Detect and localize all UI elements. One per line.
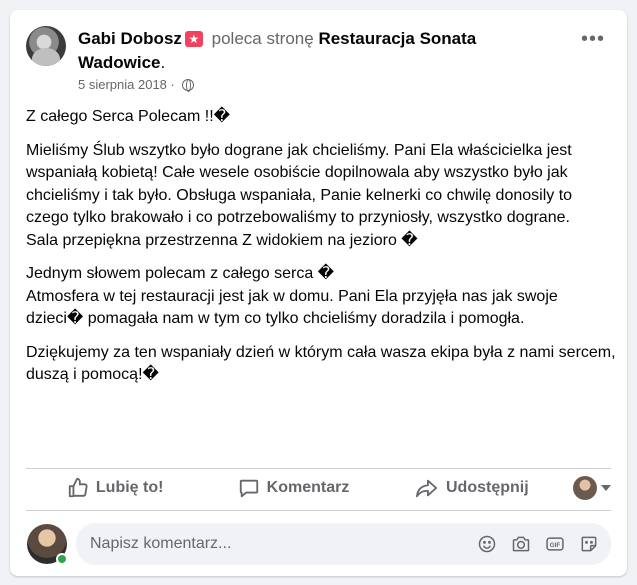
post-paragraph-1: Z całego Serca Polecam !!�: [26, 108, 231, 125]
reaction-identity-selector[interactable]: [561, 476, 611, 500]
online-status-dot: [56, 553, 68, 565]
actions-top-divider: [26, 468, 611, 469]
like-button[interactable]: Lubię to!: [26, 470, 204, 506]
comment-tools: GIF: [477, 534, 599, 554]
svg-text:GIF: GIF: [550, 542, 561, 549]
page-suffix: .: [160, 53, 166, 72]
comment-button[interactable]: Komentarz: [204, 470, 382, 506]
meta-separator: ·: [170, 77, 175, 92]
author-name[interactable]: Gabi Dobosz: [78, 29, 182, 48]
post-text: Z całego Serca Polecam !!� Mieliśmy Ślub…: [26, 106, 616, 398]
thumbs-up-icon: [68, 477, 88, 498]
comment-input[interactable]: [90, 523, 450, 565]
more-options-icon[interactable]: •••: [575, 29, 611, 54]
globe-icon[interactable]: [181, 79, 194, 92]
actions-bottom-divider: [26, 510, 611, 511]
comment-composer[interactable]: GIF: [76, 523, 611, 565]
recommendation-icon: ★: [184, 31, 203, 47]
post-paragraph-2: Mieliśmy Ślub wszytko było dograne jak c…: [26, 141, 573, 249]
comment-label: Komentarz: [266, 479, 350, 496]
post-title-line: Gabi Dobosz ★ poleca stronę Restauracja S…: [78, 27, 568, 75]
like-label: Lubię to!: [95, 479, 164, 496]
share-arrow-icon: [415, 479, 438, 498]
share-button[interactable]: Udostępnij: [383, 470, 561, 506]
current-user-mini-avatar: [572, 476, 597, 500]
caret-down-icon: [600, 485, 611, 491]
camera-icon[interactable]: [511, 534, 531, 554]
recommends-text: poleca stronę: [211, 29, 314, 48]
share-label: Udostępnij: [445, 479, 529, 496]
post-paragraph-4: Dziękujemy za ten wspaniały dzień w któr…: [26, 343, 616, 384]
post-meta: 5 sierpnia 2018 ·: [78, 77, 194, 93]
sticker-icon[interactable]: [579, 534, 599, 554]
post-header: Gabi Dobosz ★ poleca stronę Restauracja S…: [26, 26, 611, 92]
emoji-icon[interactable]: [477, 534, 497, 554]
post-date[interactable]: 5 sierpnia 2018: [78, 77, 167, 92]
speech-bubble-icon: [239, 479, 258, 498]
action-bar: Lubię to! Komentarz Udostępnij: [26, 468, 611, 508]
post-paragraph-3: Jednym słowem polecam z całego serca � A…: [26, 265, 558, 327]
author-avatar[interactable]: [26, 26, 66, 66]
post-card: Gabi Dobosz ★ poleca stronę Restauracja S…: [10, 10, 627, 576]
gif-icon[interactable]: GIF: [545, 534, 565, 554]
